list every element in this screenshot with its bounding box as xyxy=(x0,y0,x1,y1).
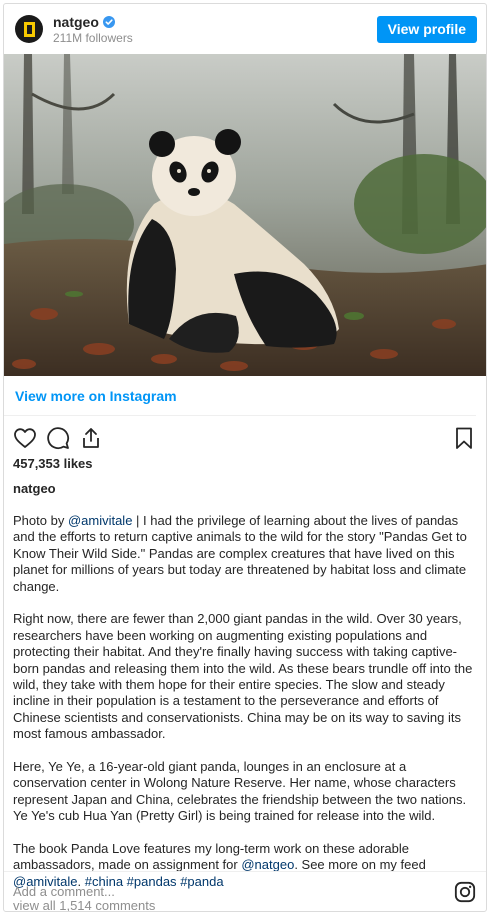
share-icon[interactable] xyxy=(79,426,103,450)
post-owner-username[interactable]: natgeo xyxy=(4,481,486,501)
username-link[interactable]: natgeo xyxy=(53,14,99,30)
heart-icon[interactable] xyxy=(13,426,37,450)
post-caption: Photo by @amivitale | I had the privileg… xyxy=(4,513,486,890)
post-header: natgeo 211M followers View profile xyxy=(4,4,486,54)
follower-count: 211M followers xyxy=(53,30,133,45)
like-count[interactable]: 457,353 likes xyxy=(4,456,486,476)
mention-amivitale[interactable]: @amivitale xyxy=(68,513,133,528)
verified-badge-icon xyxy=(102,15,115,28)
instagram-logo-icon[interactable] xyxy=(454,881,476,903)
natgeo-avatar[interactable] xyxy=(15,15,43,43)
bookmark-icon[interactable] xyxy=(452,426,476,450)
username-row: natgeo xyxy=(53,14,133,30)
comment-icon[interactable] xyxy=(46,426,70,450)
action-bar xyxy=(4,416,486,460)
caption-paragraph-2: Right now, there are fewer than 2,000 gi… xyxy=(13,611,473,742)
user-block: natgeo 211M followers xyxy=(53,14,133,45)
caption-paragraph-3: Here, Ye Ye, a 16-year-old giant panda, … xyxy=(13,759,467,824)
natgeo-logo-frame xyxy=(23,21,35,37)
view-more-row: View more on Instagram xyxy=(4,376,476,416)
add-comment-link[interactable]: Add a comment... xyxy=(13,884,115,899)
view-profile-button[interactable]: View profile xyxy=(376,15,477,43)
post-photo[interactable] xyxy=(4,54,486,376)
view-more-on-instagram-link[interactable]: View more on Instagram xyxy=(15,388,177,404)
caption-text: Photo by xyxy=(13,513,68,528)
add-comment-bar: Add a comment... xyxy=(4,871,486,911)
instagram-embed-card: natgeo 211M followers View profile View … xyxy=(3,3,487,912)
caption-paragraph-1: Photo by @amivitale | I had the privileg… xyxy=(13,513,475,595)
panda-photo-illustration xyxy=(4,54,486,376)
